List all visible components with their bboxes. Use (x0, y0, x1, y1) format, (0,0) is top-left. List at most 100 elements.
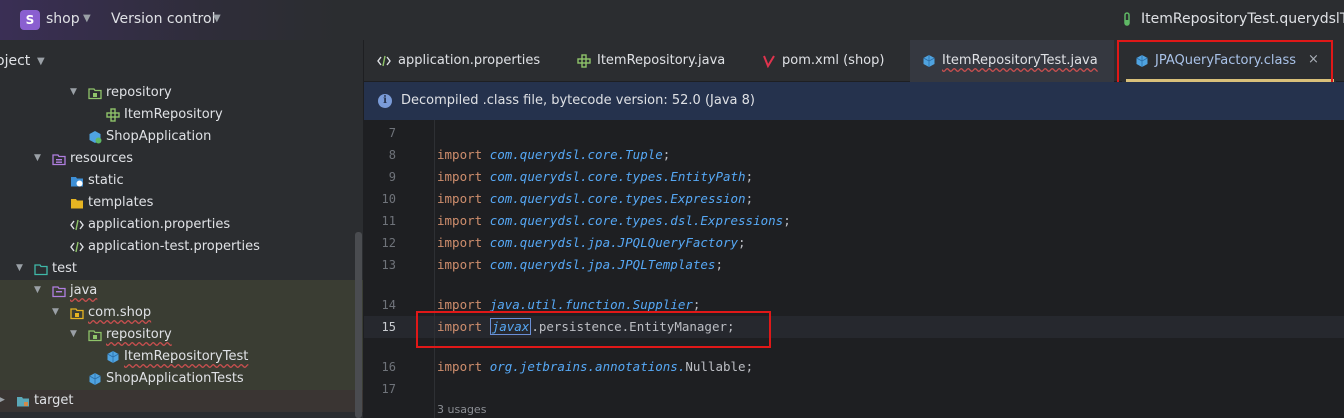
code-editor[interactable]: 7 8 import com.querydsl.core.Tuple; 9 im… (364, 120, 1344, 418)
decompiled-info-banner: i Decompiled .class file, bytecode versi… (364, 82, 1344, 120)
line-number: 12 (381, 236, 396, 250)
line-number: 17 (381, 382, 396, 396)
tab-itemrepositorytest-java[interactable]: ItemRepositoryTest.java (910, 40, 1114, 82)
properties-file-icon (70, 219, 84, 231)
properties-file-icon (377, 55, 391, 67)
chevron-down-icon[interactable]: ▼ (34, 285, 41, 295)
title-bar: S shop ▼ Version control ▼ ItemRepositor… (0, 0, 1344, 40)
code-line[interactable]: import com.querydsl.core.Tuple; (437, 147, 670, 162)
tab-pom-xml[interactable]: pom.xml (shop) (752, 40, 908, 82)
maven-icon (763, 55, 775, 68)
code-line[interactable]: import java.util.function.Supplier; (437, 297, 700, 312)
tree-item-shopapplication[interactable]: ShopApplication (0, 126, 364, 148)
tree-item-label: ShopApplicationTests (106, 371, 244, 386)
tree-item-label: repository (106, 85, 172, 100)
chevron-down-icon[interactable]: ▼ (16, 263, 23, 273)
package-path: java.util.function. (489, 297, 633, 312)
code-line[interactable]: import com.querydsl.core.types.dsl.Expre… (437, 213, 791, 228)
tree-item-application-properties[interactable]: application.properties (0, 214, 364, 236)
project-badge[interactable]: S (20, 10, 40, 30)
chevron-down-icon[interactable]: ▼ (34, 153, 41, 163)
tree-item-label: application.properties (88, 217, 231, 232)
package-path: org.jetbrains.annotations. (489, 359, 686, 374)
code-line[interactable]: import com.querydsl.jpa.JPQLQueryFactory… (437, 235, 746, 250)
keyword: import (437, 213, 483, 228)
tree-item-label: test (52, 261, 77, 276)
chevron-down-icon[interactable]: ▼ (70, 87, 77, 97)
version-control-menu[interactable]: Version control (111, 11, 215, 27)
test-folder-icon (34, 264, 48, 276)
test-tube-icon (1124, 12, 1130, 26)
keyword: import (437, 169, 483, 184)
tree-item-label: ItemRepositoryTest (124, 349, 249, 364)
package-path: com.querydsl.core. (489, 147, 626, 162)
package-path: com.querydsl.core.types.dsl. (489, 213, 701, 228)
line-number: 16 (381, 360, 396, 374)
tree-item-label: java (70, 283, 98, 298)
tree-item-resources[interactable]: ▼ resources (0, 148, 364, 170)
test-class-icon (107, 351, 119, 363)
properties-file-icon (70, 241, 84, 253)
keyword: import (437, 191, 483, 206)
chevron-down-icon[interactable]: ▼ (83, 13, 91, 24)
line-number: 14 (381, 298, 396, 312)
project-panel-title[interactable]: oject (0, 53, 30, 69)
code-line[interactable]: import com.querydsl.jpa.JPQLTemplates; (437, 257, 723, 272)
chevron-right-icon[interactable]: ▶ (0, 395, 5, 405)
tree-item-application-test-properties[interactable]: application-test.properties (0, 236, 364, 258)
project-panel: oject ▼ ▼ repository ItemRepository Shop… (0, 40, 364, 418)
gutter-divider (434, 120, 435, 418)
tree-item-java[interactable]: ▼ java (0, 280, 364, 302)
line-number: 9 (388, 170, 396, 184)
tab-label: application.properties (398, 53, 541, 68)
keyword: import (437, 235, 483, 250)
package-path: com.querydsl.core.types. (489, 169, 671, 184)
tab-label: pom.xml (shop) (782, 53, 885, 68)
usages-hint[interactable]: 3 usages (437, 403, 486, 416)
tree-item-repository[interactable]: ▼ repository (0, 82, 364, 104)
chevron-down-icon[interactable]: ▼ (37, 56, 45, 67)
keyword: import (437, 257, 483, 272)
project-scrollbar[interactable] (355, 232, 362, 418)
code-line[interactable]: import com.querydsl.core.types.Expressio… (437, 191, 753, 206)
project-name[interactable]: shop (46, 11, 80, 27)
keyword: import (437, 359, 483, 374)
tree-item-test-repository[interactable]: ▼ repository (0, 324, 364, 346)
tree-item-test[interactable]: ▼ test (0, 258, 364, 280)
resources-folder-icon (52, 154, 66, 166)
tab-itemrepository-java[interactable]: ItemRepository.java (564, 40, 740, 82)
class-name: Expressions (700, 213, 784, 228)
tree-item-static[interactable]: static (0, 170, 364, 192)
tree-item-com-shop[interactable]: ▼ com.shop (0, 302, 364, 324)
package-icon (70, 308, 84, 320)
tree-item-shopapplicationtests[interactable]: ShopApplicationTests (0, 368, 364, 390)
tree-item-label: ShopApplication (106, 129, 212, 144)
tree-item-label: resources (70, 151, 134, 166)
line-number: 13 (381, 258, 396, 272)
tab-application-properties[interactable]: application.properties (364, 40, 552, 82)
test-class-icon (89, 373, 101, 385)
chevron-down-icon[interactable]: ▼ (213, 13, 221, 24)
project-panel-header: oject ▼ (0, 40, 364, 82)
test-class-icon (923, 55, 935, 67)
chevron-down-icon[interactable]: ▼ (70, 329, 77, 339)
package-icon (88, 330, 102, 342)
tree-item-target[interactable]: ▶ target (0, 390, 364, 412)
line-number: 10 (381, 192, 396, 206)
run-configuration[interactable]: ItemRepositoryTest.querydslTes (1141, 11, 1344, 27)
tree-item-templates[interactable]: templates (0, 192, 364, 214)
line-number: 7 (388, 126, 396, 140)
banner-text: Decompiled .class file, bytecode version… (401, 93, 755, 108)
tab-label: ItemRepositoryTest.java (942, 53, 1098, 68)
code-line[interactable]: import com.querydsl.core.types.EntityPat… (437, 169, 753, 184)
chevron-down-icon[interactable]: ▼ (52, 307, 59, 317)
package-path: com.querydsl.jpa. (489, 257, 618, 272)
tree-item-label: target (34, 393, 74, 408)
tree-item-itemrepositorytest[interactable]: ItemRepositoryTest (0, 346, 364, 368)
class-name: JPQLQueryFactory (617, 235, 739, 250)
tree-item-label: application-test.properties (88, 239, 260, 254)
class-name: Tuple (625, 147, 663, 162)
tree-item-label: repository (106, 327, 172, 342)
code-line[interactable]: import org.jetbrains.annotations.Nullabl… (437, 359, 753, 374)
tree-item-itemrepository[interactable]: ItemRepository (0, 104, 364, 126)
